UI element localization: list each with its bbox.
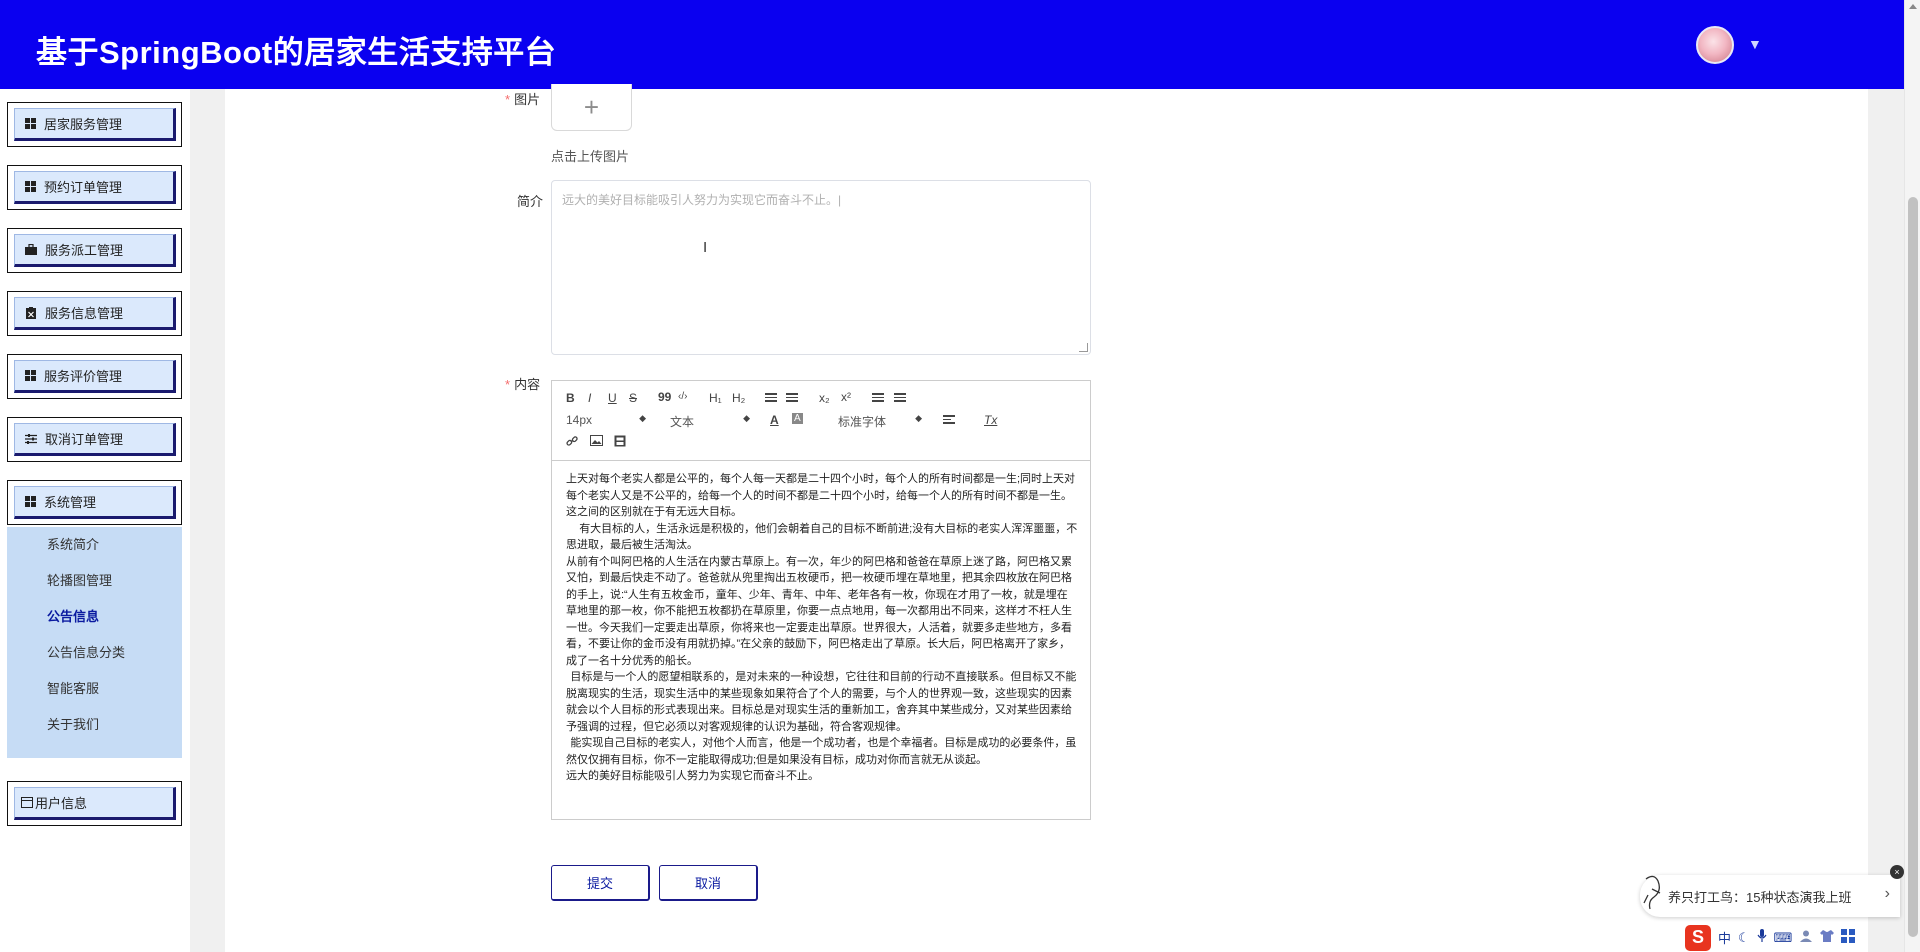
subscript-button[interactable]: x₂ (819, 391, 830, 405)
sidebar-item-label: 预约订单管理 (44, 180, 123, 195)
briefcase-icon (25, 244, 37, 256)
clipboard-icon (25, 306, 37, 319)
notification-text: 养只打工鸟：15种状态演我上班 (1668, 890, 1852, 905)
intro-textarea[interactable]: 远大的美好目标能吸引人努力为实现它而奋斗不止。| (551, 180, 1091, 355)
submenu-item-carousel[interactable]: 轮播图管理 (7, 563, 182, 599)
image-label: * 图片 (505, 92, 541, 107)
sidebar-item-user-info[interactable]: 用户信息 (7, 781, 182, 826)
sidebar-item-label: 服务评价管理 (44, 369, 123, 384)
content-label: * 内容 (505, 377, 541, 392)
content-paragraph: 上天对每个老实人都是公平的，每个人每一天都是二十四个小时，每个人的所有时间都是一… (566, 473, 1076, 518)
bird-sketch-icon (1640, 869, 1668, 919)
h1-button[interactable]: H₁ (709, 391, 722, 405)
code-button[interactable]: ‹/› (678, 391, 687, 402)
image-icon[interactable] (590, 435, 603, 449)
content-paragraph: 目标是与一个人的愿望相联系的，是对未来的一种设想，它往往和目前的行动不直接联系。… (566, 671, 1077, 733)
user-icon[interactable] (1799, 929, 1813, 946)
keyboard-icon[interactable]: ⌨ (1774, 930, 1793, 946)
plus-icon: + (583, 91, 600, 122)
ime-mode-indicator[interactable]: 中 (1718, 928, 1731, 947)
underline-button[interactable]: U (608, 391, 617, 405)
system-submenu: 系统简介 轮播图管理 公告信息 公告信息分类 智能客服 关于我们 (7, 527, 182, 758)
chevron-updown-icon: ◆ (639, 413, 646, 423)
sidebar-item-label: 用户信息 (35, 796, 88, 811)
sogou-ime-logo[interactable]: S (1685, 924, 1711, 951)
italic-button[interactable]: I (588, 391, 591, 405)
bold-button[interactable]: B (566, 391, 575, 405)
sidebar-item-label: 服务派工管理 (45, 243, 124, 258)
font-size-select[interactable]: 14px ◆ (566, 413, 646, 427)
content-paragraph: 有大目标的人，生活永远是积极的，他们会朝着自己的目标不断前进;没有大目标的老实人… (566, 522, 1078, 552)
strike-button[interactable]: S (629, 391, 637, 405)
notification-pill[interactable]: 养只打工鸟：15种状态演我上班 › × (1640, 865, 1904, 917)
submenu-item-about[interactable]: 关于我们 (7, 707, 182, 743)
video-icon[interactable] (614, 435, 626, 450)
chevron-down-icon[interactable]: ▼ (1748, 36, 1762, 52)
grid-icon (25, 496, 36, 507)
h2-button[interactable]: H₂ (732, 391, 745, 405)
indent-icon[interactable] (894, 391, 906, 407)
chevron-right-icon[interactable]: › (1885, 885, 1890, 903)
sidebar-item-label: 系统管理 (44, 495, 97, 510)
rich-text-editor[interactable]: B I U S 99 ‹/› H₁ H₂ x₂ x² 14px ◆ 文本 ◆ A A… (551, 380, 1091, 820)
intro-label: 简介 (517, 194, 544, 209)
sidebar-item-label: 取消订单管理 (45, 432, 124, 447)
align-icon[interactable] (943, 413, 955, 429)
grid-icon (25, 181, 36, 192)
page-scrollbar[interactable] (1904, 0, 1920, 952)
apps-grid-icon[interactable] (1841, 929, 1856, 946)
grid-icon (25, 118, 36, 129)
sidebar-item-cancel-orders[interactable]: 取消订单管理 (7, 417, 182, 462)
user-avatar[interactable] (1696, 26, 1734, 64)
text-type-select[interactable]: 文本 ◆ (670, 413, 750, 430)
sidebar-item-system[interactable]: 系统管理 (7, 480, 182, 525)
sliders-icon (25, 433, 37, 445)
background-color-button[interactable]: A (792, 413, 803, 424)
scrollbar-thumb[interactable] (1908, 197, 1918, 937)
scroll-up-icon[interactable] (1909, 4, 1917, 9)
grid-icon (25, 370, 36, 381)
clear-format-button[interactable]: Tx (984, 413, 997, 427)
content-paragraph: 能实现自己目标的老实人，对他个人而言，他是一个成功者，也是个幸福者。目标是成功的… (566, 737, 1077, 766)
bullet-list-icon[interactable] (786, 391, 798, 407)
submenu-item-system-intro[interactable]: 系统简介 (7, 527, 182, 563)
text-cursor-icon: I (703, 239, 708, 256)
window-icon (21, 797, 33, 809)
close-icon[interactable]: × (1890, 865, 1904, 879)
submenu-item-notice-category[interactable]: 公告信息分类 (7, 635, 182, 671)
content-paragraph: 从前有个叫阿巴格的人生活在内蒙古草原上。有一次，年少的阿巴格和爸爸在草原上迷了路… (566, 555, 1072, 667)
submenu-item-notice[interactable]: 公告信息 (7, 599, 182, 635)
submenu-item-smart-service[interactable]: 智能客服 (7, 671, 182, 707)
superscript-button[interactable]: x² (841, 390, 851, 404)
editor-content[interactable]: 上天对每个老实人都是公平的，每个人每一天都是二十四个小时，每个人的所有时间都是一… (552, 461, 1090, 795)
ordered-list-icon[interactable] (765, 391, 777, 407)
sidebar-item-dispatch[interactable]: 服务派工管理 (7, 228, 182, 273)
sidebar-item-reviews[interactable]: 服务评价管理 (7, 354, 182, 399)
sidebar: 居家服务管理 预约订单管理 服务派工管理 服务信息管理 服务评价管理 取消订单管… (0, 89, 190, 952)
editor-toolbar: B I U S 99 ‹/› H₁ H₂ x₂ x² 14px ◆ 文本 ◆ A A… (552, 381, 1090, 461)
moon-icon[interactable]: ☾ (1738, 930, 1750, 946)
content-paragraph: 远大的美好目标能吸引人努力为实现它而奋斗不止。 (566, 770, 819, 782)
top-header: 基于SpringBoot的居家生活支持平台 ▼ (0, 0, 1904, 89)
chevron-updown-icon: ◆ (743, 413, 750, 423)
cancel-button[interactable]: 取消 (659, 865, 758, 901)
sidebar-item-home-service[interactable]: 居家服务管理 (7, 102, 182, 147)
blockquote-button[interactable]: 99 (658, 390, 671, 404)
shirt-icon[interactable] (1820, 929, 1835, 946)
link-icon[interactable] (566, 435, 578, 450)
image-upload[interactable]: + (551, 84, 632, 131)
system-tray: S 中 ☾ ⌨ (1685, 923, 1904, 952)
outdent-icon[interactable] (872, 391, 884, 407)
sidebar-item-service-info[interactable]: 服务信息管理 (7, 291, 182, 336)
microphone-icon[interactable] (1757, 929, 1767, 946)
upload-tip: 点击上传图片 (551, 149, 630, 164)
app-title: 基于SpringBoot的居家生活支持平台 (36, 35, 557, 70)
sidebar-item-label: 服务信息管理 (45, 306, 124, 321)
submit-button[interactable]: 提交 (551, 865, 650, 901)
font-family-select[interactable]: 标准字体 ◆ (838, 413, 922, 430)
sidebar-item-booking-orders[interactable]: 预约订单管理 (7, 165, 182, 210)
font-color-button[interactable]: A (770, 413, 779, 427)
sidebar-item-label: 居家服务管理 (44, 117, 123, 132)
chevron-updown-icon: ◆ (915, 413, 922, 423)
